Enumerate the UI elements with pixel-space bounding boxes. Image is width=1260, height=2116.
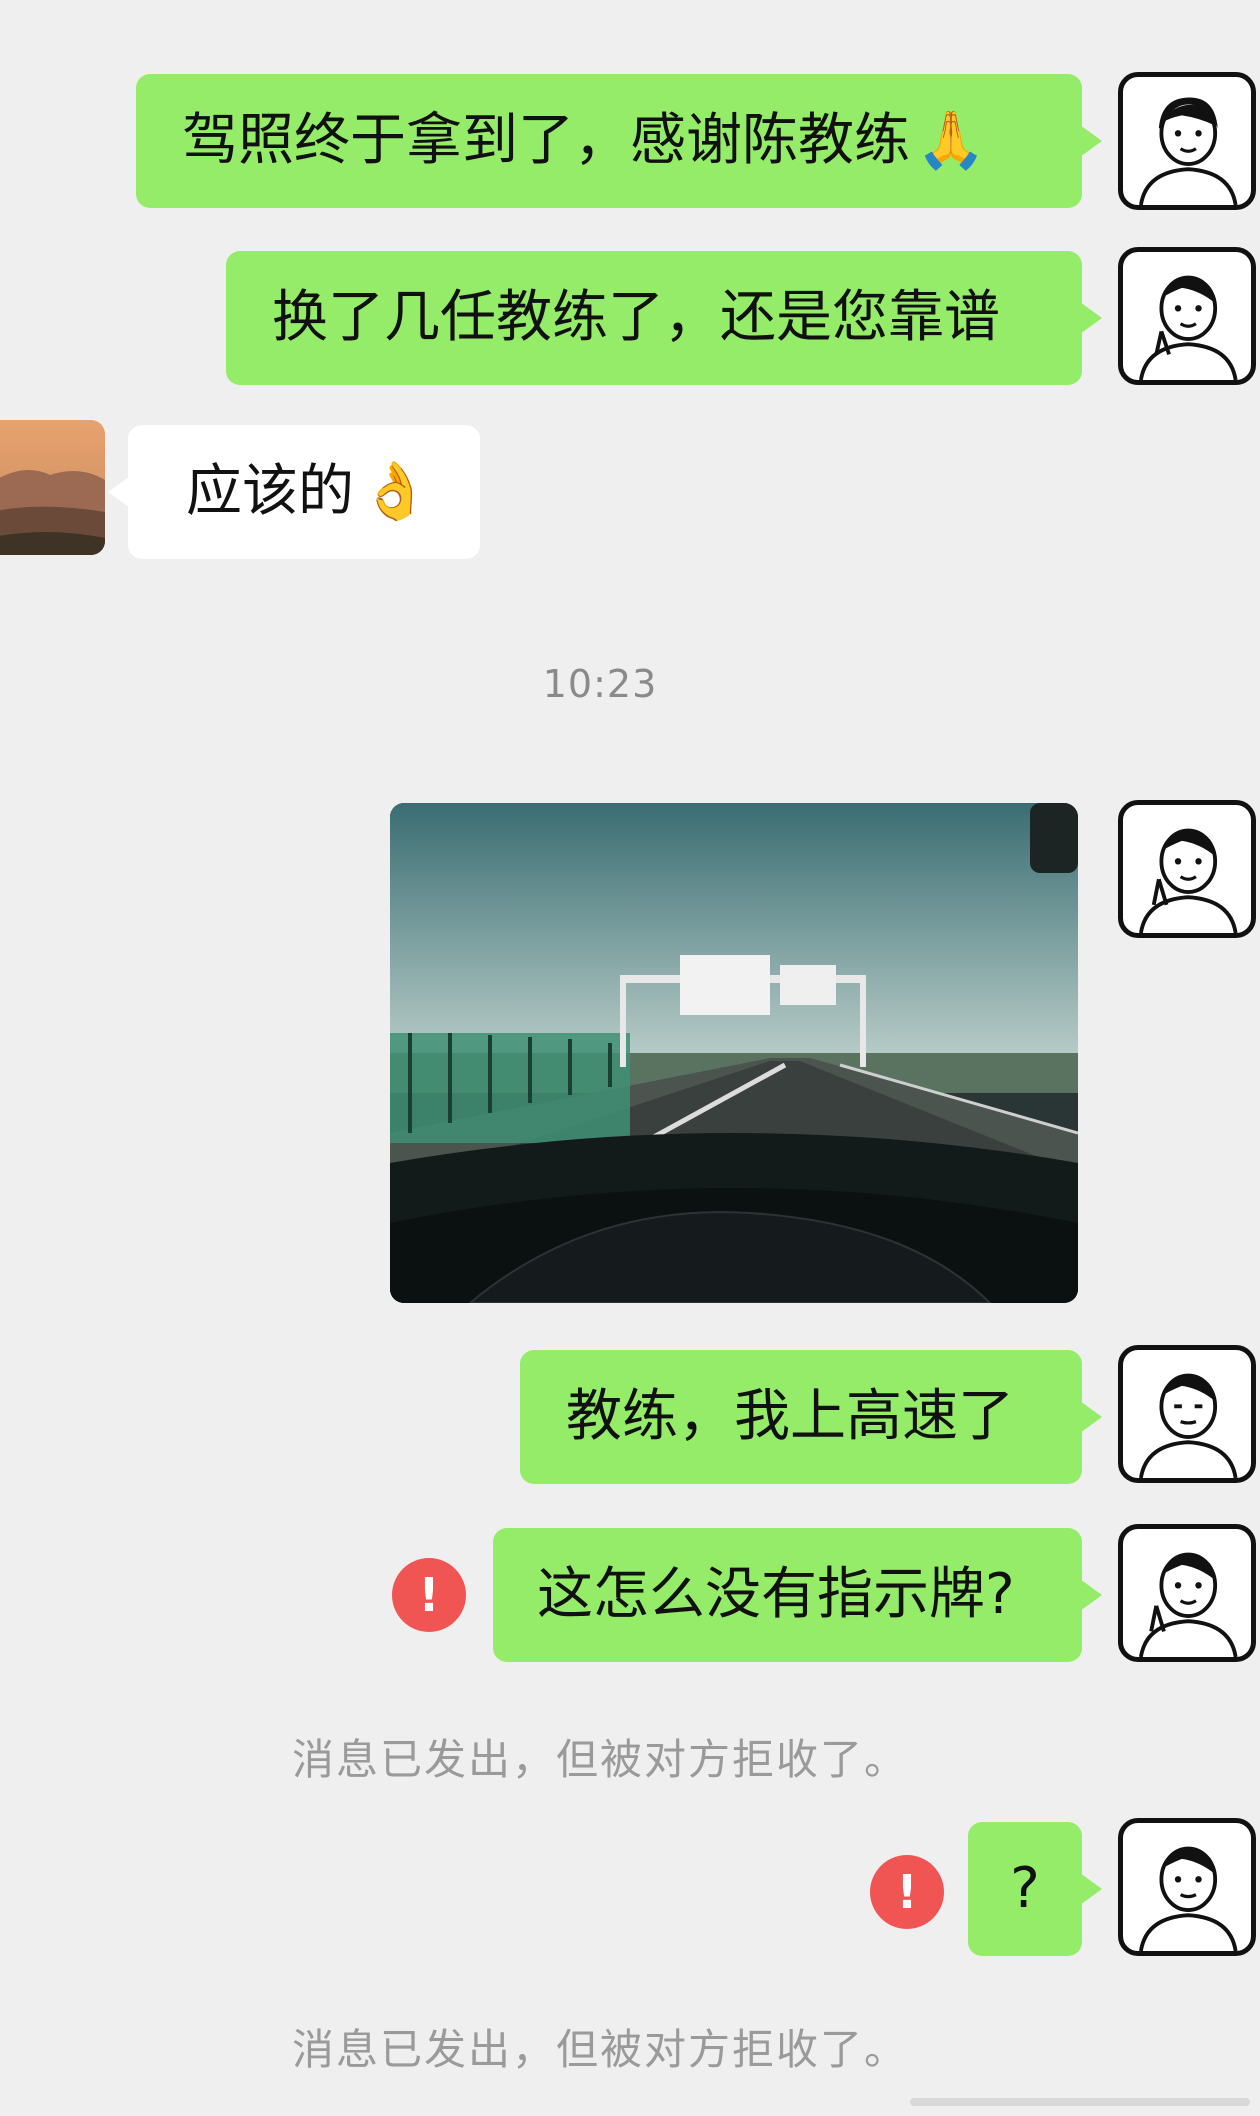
message-text-5: 教练，我上高速了 <box>566 1384 1014 1449</box>
message-text-6: 这怎么没有指示牌? <box>537 1562 1015 1627</box>
self-avatar[interactable] <box>1118 72 1256 210</box>
cartoon-boy-avatar-icon <box>1139 1373 1238 1478</box>
rejected-notice: 消息已发出，但被对方拒收了。 <box>291 1735 908 1784</box>
self-avatar[interactable] <box>1118 800 1256 938</box>
praying-hands-emoji: 🙏 <box>916 108 986 173</box>
self-avatar[interactable] <box>1118 247 1256 385</box>
send-failed-icon[interactable]: ! <box>870 1855 944 1929</box>
message-text-3: 应该的 <box>186 459 354 524</box>
message-bubble-7[interactable]: ? <box>968 1822 1102 1956</box>
rejected-notice: 消息已发出，但被对方拒收了。 <box>291 2025 908 2074</box>
self-avatar[interactable] <box>1118 1524 1256 1662</box>
send-failed-icon[interactable]: ! <box>392 1558 466 1632</box>
message-bubble-6[interactable]: 这怎么没有指示牌? <box>493 1528 1102 1662</box>
cartoon-boy-avatar-icon <box>1139 97 1238 205</box>
message-bubble-5[interactable]: 教练，我上高速了 <box>520 1350 1102 1484</box>
contact-avatar[interactable] <box>0 420 105 555</box>
self-avatar[interactable] <box>1118 1345 1256 1483</box>
message-bubble-3[interactable]: 应该的 👌 <box>108 425 480 559</box>
message-bubble-1[interactable]: 驾照终于拿到了，感谢陈教练 🙏 <box>136 74 1102 208</box>
timestamp: 10:23 <box>542 662 658 706</box>
ok-hand-emoji: 👌 <box>360 459 430 524</box>
message-text-2: 换了几任教练了，还是您靠谱 <box>272 285 1000 350</box>
self-avatar[interactable] <box>1118 1818 1256 1956</box>
message-text-1: 驾照终于拿到了，感谢陈教练 <box>182 108 910 173</box>
home-indicator <box>910 2098 1250 2106</box>
cartoon-boy-avatar-icon <box>1139 275 1238 380</box>
message-text-7: ? <box>1010 1856 1040 1921</box>
highway-photo-message[interactable] <box>390 803 1078 1303</box>
message-bubble-2[interactable]: 换了几任教练了，还是您靠谱 <box>226 251 1102 385</box>
cartoon-boy-avatar-icon <box>1139 1552 1238 1657</box>
highway-photo-image <box>390 803 1078 1303</box>
cartoon-boy-avatar-icon <box>1139 828 1238 933</box>
cartoon-boy-avatar-icon <box>1139 1846 1238 1951</box>
mountain-sunset-photo-icon <box>0 420 105 555</box>
